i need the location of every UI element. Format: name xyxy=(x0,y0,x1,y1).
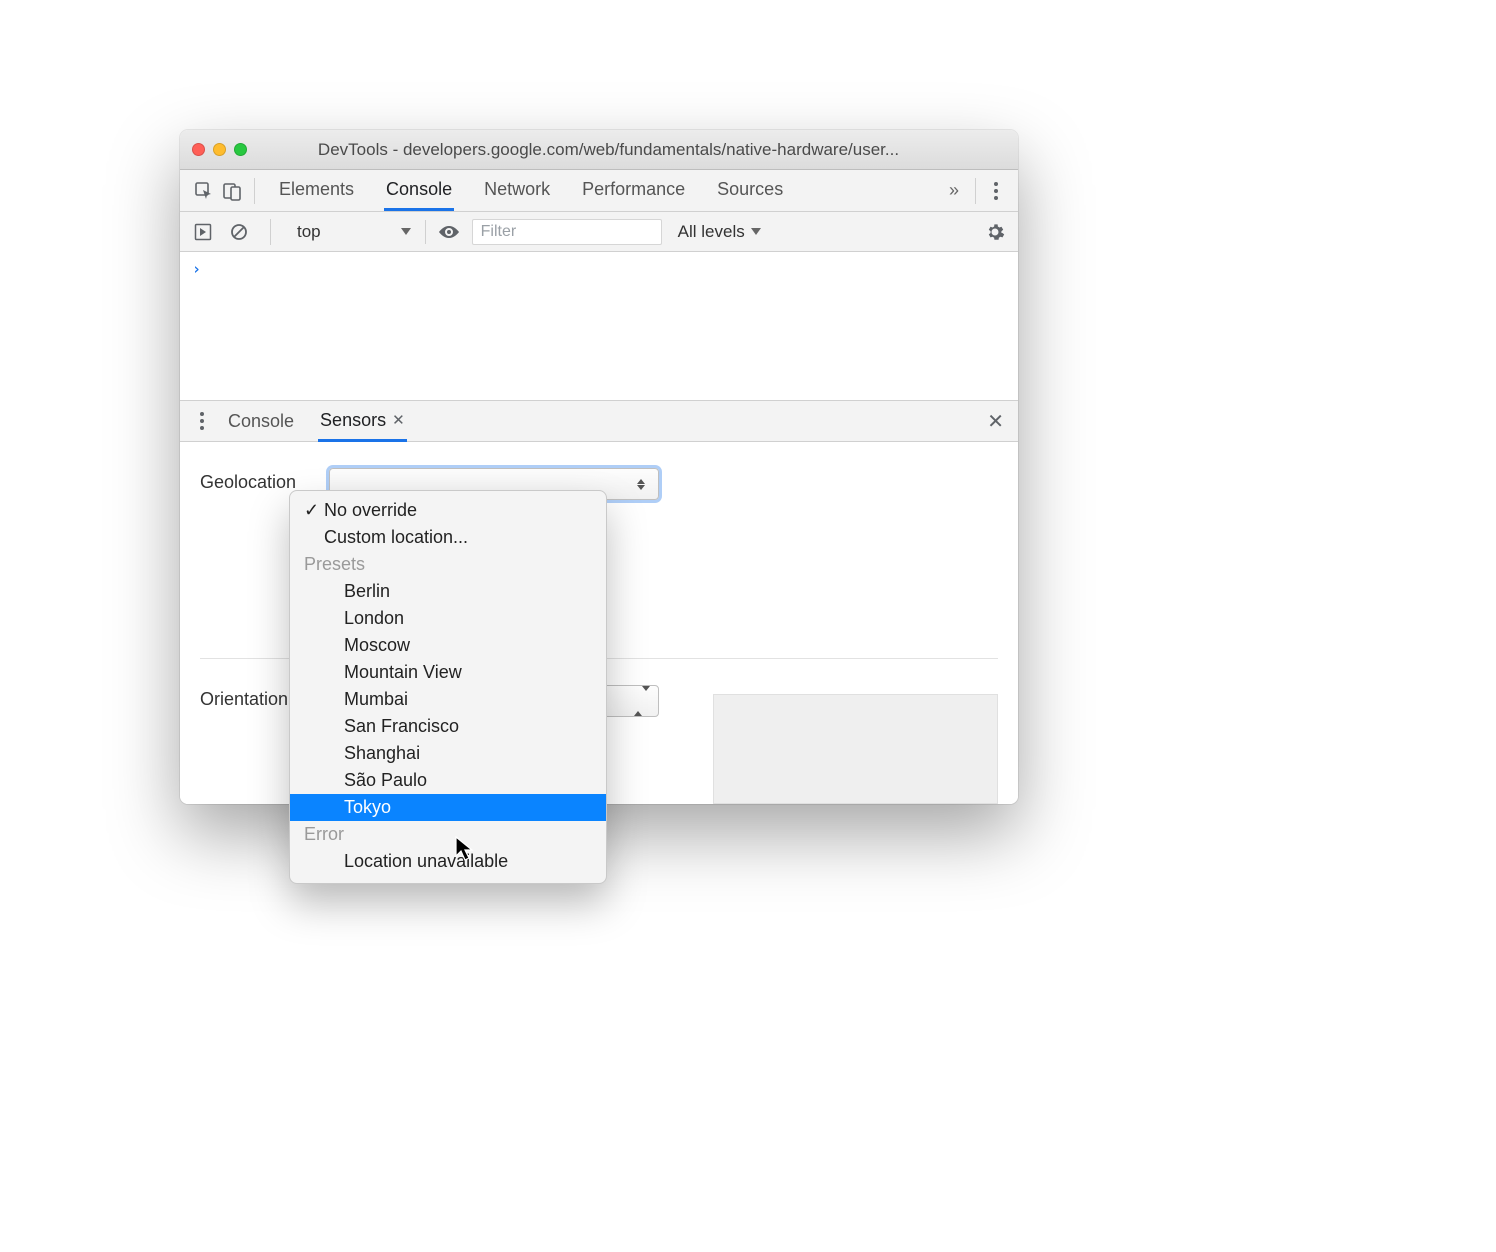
log-levels-value: All levels xyxy=(678,222,745,242)
dropdown-option-label: Shanghai xyxy=(344,743,420,764)
dropdown-group-error: Error xyxy=(290,821,606,848)
context-value: top xyxy=(297,222,321,242)
dropdown-option-preset[interactable]: San Francisco xyxy=(290,713,606,740)
main-tabs: Elements Console Network Performance Sou… xyxy=(277,170,785,211)
inspect-element-icon[interactable] xyxy=(190,177,218,205)
tab-sources[interactable]: Sources xyxy=(715,170,785,211)
device-toolbar-icon[interactable] xyxy=(218,177,246,205)
context-select[interactable]: top xyxy=(289,220,426,244)
tab-performance[interactable]: Performance xyxy=(580,170,687,211)
divider xyxy=(270,219,271,245)
dropdown-option-preset[interactable]: São Paulo xyxy=(290,767,606,794)
dropdown-option-label: São Paulo xyxy=(344,770,427,791)
dropdown-option-label: Tokyo xyxy=(344,797,391,818)
dropdown-option-preset[interactable]: Berlin xyxy=(290,578,606,605)
dropdown-option-label: San Francisco xyxy=(344,716,459,737)
dropdown-option-no-override[interactable]: ✓ No override xyxy=(290,497,606,524)
geolocation-dropdown: ✓ No override Custom location... Presets… xyxy=(289,490,607,884)
dropdown-option-preset[interactable]: Tokyo xyxy=(290,794,606,821)
tab-network[interactable]: Network xyxy=(482,170,552,211)
dropdown-option-label: Mountain View xyxy=(344,662,462,683)
drawer-tab-sensors[interactable]: Sensors ✕ xyxy=(318,401,407,442)
close-tab-icon[interactable]: ✕ xyxy=(392,411,405,429)
main-tabstrip: Elements Console Network Performance Sou… xyxy=(180,170,1018,212)
maximize-window-button[interactable] xyxy=(234,143,247,156)
drawer-menu-icon[interactable] xyxy=(190,412,214,430)
dropdown-option-label: Location unavailable xyxy=(344,851,508,872)
close-window-button[interactable] xyxy=(192,143,205,156)
drawer-tabs: Console Sensors ✕ xyxy=(226,401,407,442)
dropdown-option-label: Custom location... xyxy=(324,527,468,548)
window-title: DevTools - developers.google.com/web/fun… xyxy=(261,140,1006,160)
dropdown-option-label: London xyxy=(344,608,404,629)
dropdown-group-presets: Presets xyxy=(290,551,606,578)
dropdown-option-custom-location[interactable]: Custom location... xyxy=(290,524,606,551)
tab-console[interactable]: Console xyxy=(384,170,454,211)
select-caret-icon xyxy=(634,691,650,712)
dropdown-option-preset[interactable]: Shanghai xyxy=(290,740,606,767)
check-icon: ✓ xyxy=(304,500,324,521)
main-menu-icon[interactable] xyxy=(984,176,1008,206)
dropdown-option-preset[interactable]: Mountain View xyxy=(290,659,606,686)
dropdown-option-preset[interactable]: Mumbai xyxy=(290,686,606,713)
console-output[interactable]: › xyxy=(180,252,1018,400)
execute-icon[interactable] xyxy=(190,219,216,245)
minimize-window-button[interactable] xyxy=(213,143,226,156)
chevron-down-icon xyxy=(751,228,761,235)
divider xyxy=(254,178,255,204)
more-tabs-icon[interactable]: » xyxy=(941,180,967,201)
console-settings-icon[interactable] xyxy=(982,219,1008,245)
dropdown-option-label: Mumbai xyxy=(344,689,408,710)
divider xyxy=(975,178,976,204)
dropdown-option-label: Moscow xyxy=(344,635,410,656)
live-expression-icon[interactable] xyxy=(436,219,462,245)
dropdown-option-label: No override xyxy=(324,500,417,521)
chevron-down-icon xyxy=(401,228,411,235)
drawer-tab-console[interactable]: Console xyxy=(226,401,296,442)
clear-console-icon[interactable] xyxy=(226,219,252,245)
select-caret-icon xyxy=(632,479,650,490)
close-drawer-icon[interactable]: ✕ xyxy=(983,409,1008,434)
tab-elements[interactable]: Elements xyxy=(277,170,356,211)
drawer-tab-label: Console xyxy=(228,411,294,432)
dropdown-option-preset[interactable]: London xyxy=(290,605,606,632)
orientation-preview xyxy=(713,694,998,804)
dropdown-option-preset[interactable]: Moscow xyxy=(290,632,606,659)
log-levels-select[interactable]: All levels xyxy=(672,222,767,242)
console-toolbar: top All levels xyxy=(180,212,1018,252)
window-titlebar: DevTools - developers.google.com/web/fun… xyxy=(180,130,1018,170)
drawer-tab-label: Sensors xyxy=(320,410,386,431)
window-controls xyxy=(192,143,247,156)
drawer-tabstrip: Console Sensors ✕ ✕ xyxy=(180,400,1018,442)
dropdown-option-label: Berlin xyxy=(344,581,390,602)
prompt-caret-icon: › xyxy=(192,260,201,278)
dropdown-option-error[interactable]: Location unavailable xyxy=(290,848,606,875)
filter-input[interactable] xyxy=(472,219,662,245)
